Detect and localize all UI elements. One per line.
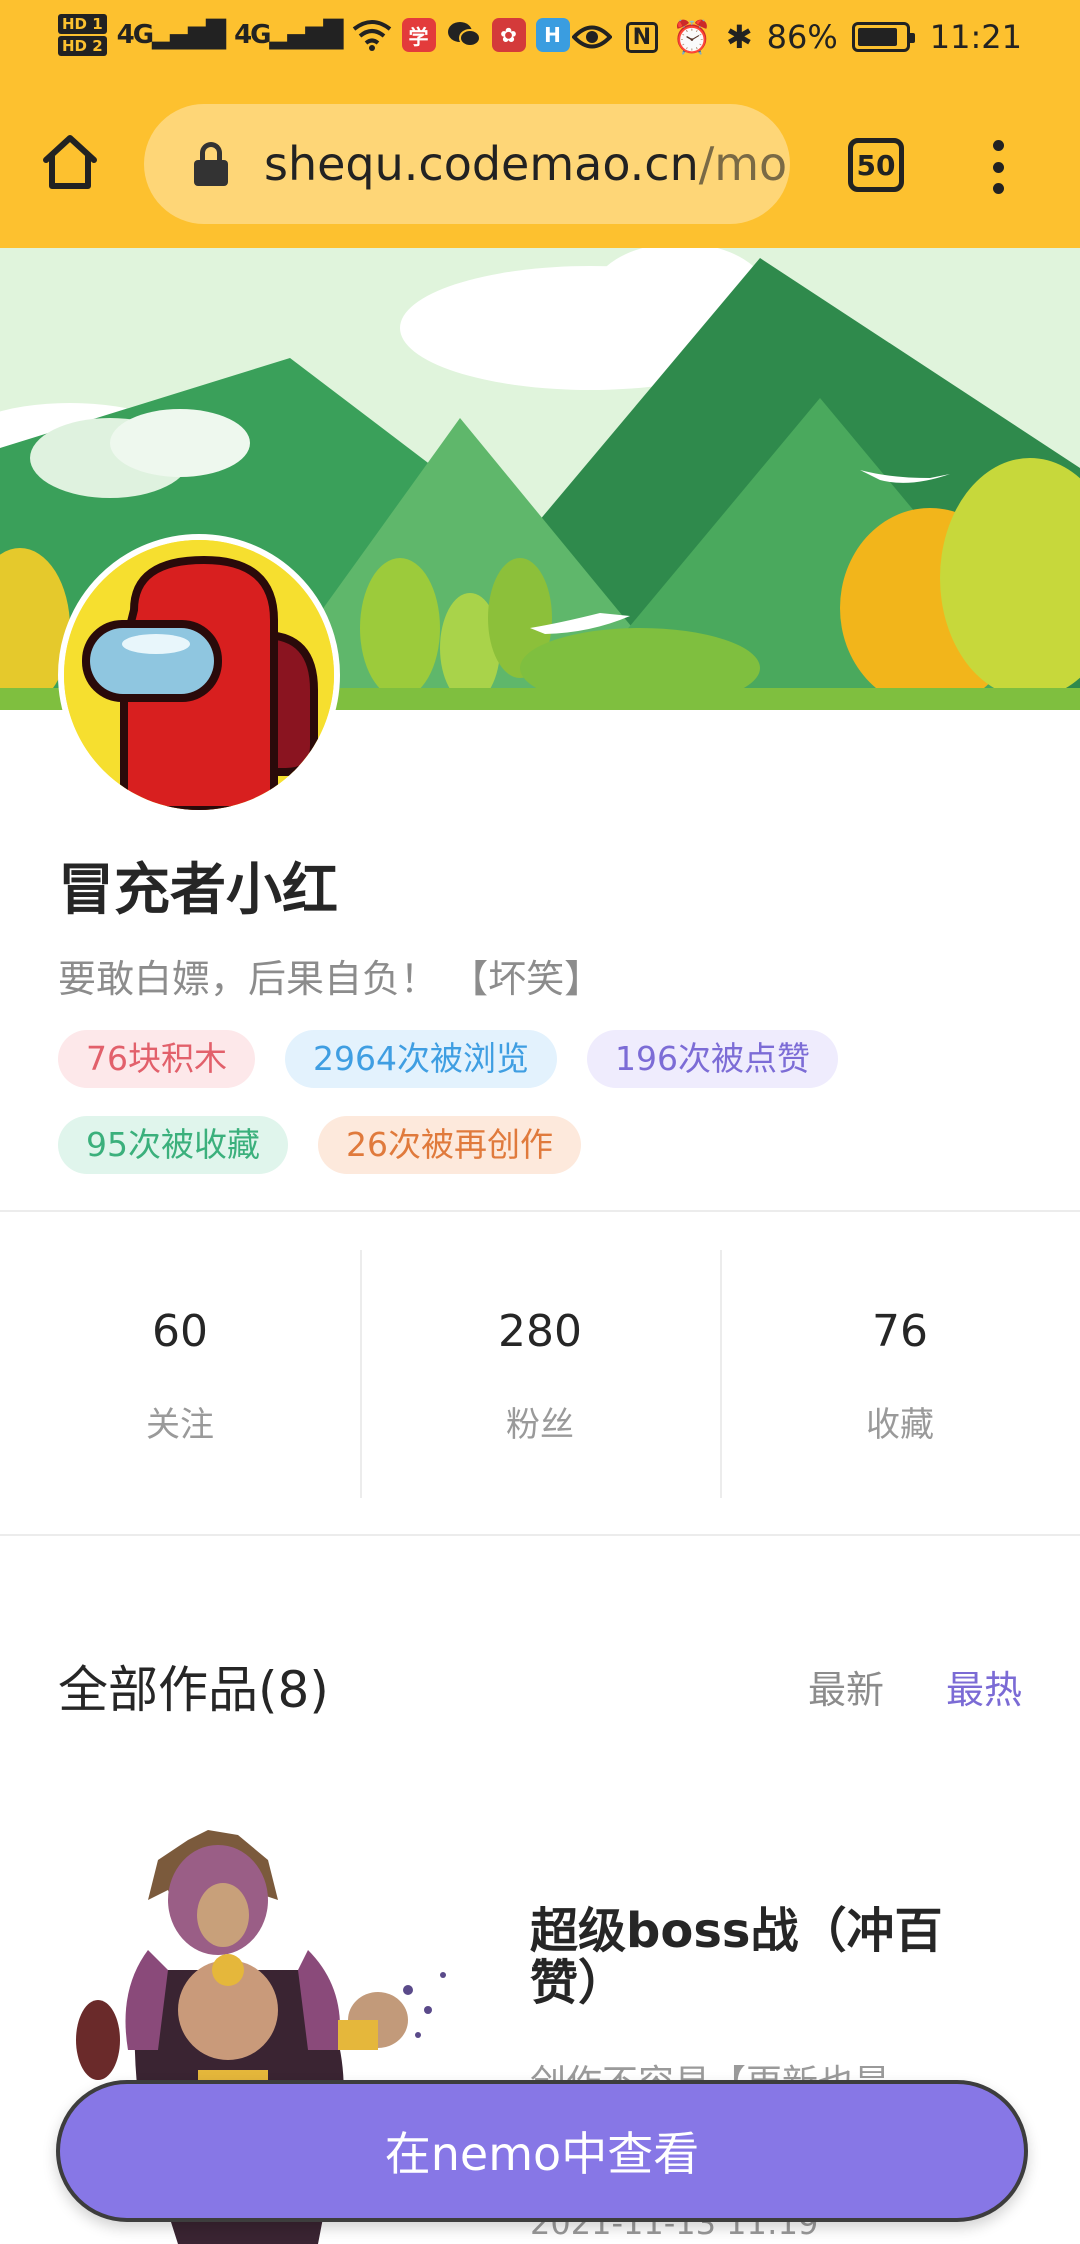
- status-bar: HD 1 HD 2 4G▂▄▆█ 4G▂▄▆█ 学 ✿ H N ⏰ ✱ 86% …: [0, 0, 1080, 82]
- tag-remixes: 26次被再创作: [318, 1116, 581, 1174]
- stat-collections-value: 76: [872, 1306, 928, 1357]
- more-menu-icon[interactable]: [978, 140, 1018, 194]
- user-bio: 要敢白嫖，后果自负！ 【坏笑】: [58, 957, 603, 1001]
- clock: 11:21: [929, 18, 1022, 56]
- signal-icon-2: 4G▂▄▆█: [234, 20, 343, 50]
- flower-app-icon: ✿: [491, 18, 526, 52]
- stat-collections[interactable]: 76 收藏: [720, 1250, 1080, 1498]
- h-app-icon: H: [535, 18, 570, 52]
- avatar[interactable]: [58, 534, 340, 816]
- url-text: shequ.codemao.cn/mo: [264, 137, 788, 191]
- eye-icon: [571, 25, 612, 49]
- app-notification-icon: 学: [401, 18, 436, 52]
- battery-icon: [851, 22, 915, 52]
- username: 冒充者小红: [58, 858, 338, 923]
- stat-following-label: 关注: [146, 1405, 214, 1445]
- stat-followers[interactable]: 280 粉丝: [360, 1250, 720, 1498]
- address-bar[interactable]: shequ.codemao.cn/mo: [144, 104, 790, 224]
- stat-following-value: 60: [152, 1306, 208, 1357]
- user-stats: 60 关注 280 粉丝 76 收藏: [0, 1250, 1080, 1498]
- work-title[interactable]: 超级boss战（冲百赞）: [530, 1905, 1000, 2009]
- sort-hottest-button[interactable]: 最热: [946, 1659, 1022, 1714]
- tab-switcher-button[interactable]: 50: [848, 138, 904, 192]
- wifi-icon: [352, 20, 391, 51]
- home-icon[interactable]: [38, 130, 102, 194]
- nfc-icon: N: [625, 21, 658, 53]
- lock-icon: [194, 142, 228, 186]
- stat-following[interactable]: 60 关注: [0, 1250, 360, 1498]
- alarm-icon: ⏰: [672, 18, 712, 56]
- tag-blocks: 76块积木: [58, 1030, 255, 1088]
- open-in-nemo-button[interactable]: 在nemo中查看: [56, 2080, 1028, 2222]
- works-title: 全部作品(8): [58, 1661, 329, 1719]
- works-header: 全部作品(8) 最新 最热: [58, 1650, 1022, 1722]
- tag-likes: 196次被点赞: [586, 1030, 838, 1088]
- signal-icon: 4G▂▄▆█: [116, 20, 226, 50]
- sim-indicator: HD 1 HD 2: [58, 14, 107, 56]
- divider: [0, 1210, 1080, 1212]
- divider: [0, 1534, 1080, 1536]
- browser-chrome: HD 1 HD 2 4G▂▄▆█ 4G▂▄▆█ 学 ✿ H N ⏰ ✱ 86% …: [0, 0, 1080, 248]
- sim1-label: HD 1: [58, 14, 107, 34]
- user-tags: 76块积木 2964次被浏览 196次被点赞 95次被收藏 26次被再创作: [58, 1030, 1038, 1174]
- stat-collections-label: 收藏: [866, 1405, 934, 1445]
- battery-percent: 86%: [766, 18, 838, 56]
- stat-followers-label: 粉丝: [506, 1405, 574, 1445]
- bluetooth-icon: ✱: [725, 18, 753, 56]
- tag-favorites: 95次被收藏: [58, 1116, 288, 1174]
- wechat-icon: [447, 22, 481, 47]
- tag-views: 2964次被浏览: [285, 1030, 557, 1088]
- sort-newest-button[interactable]: 最新: [808, 1659, 884, 1714]
- stat-followers-value: 280: [498, 1306, 582, 1357]
- sim2-label: HD 2: [58, 36, 107, 56]
- crewmate-avatar-image: [64, 540, 334, 810]
